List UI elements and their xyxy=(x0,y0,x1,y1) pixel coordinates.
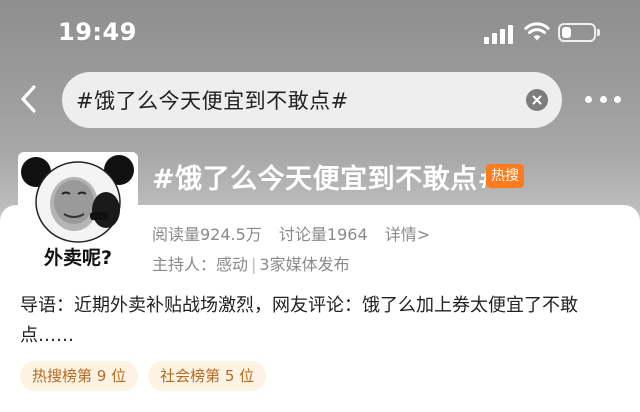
search-input[interactable]: #饿了么今天便宜到不敢点# xyxy=(62,72,562,128)
more-options-button[interactable] xyxy=(585,92,621,106)
society-rank-tag[interactable]: 社会榜第 5 位 xyxy=(148,361,267,391)
clear-search-button[interactable] xyxy=(526,89,548,111)
details-link[interactable]: 详情> xyxy=(385,225,430,244)
discussion-count: 讨论量1964 xyxy=(278,225,368,244)
panda-meme-icon xyxy=(21,155,134,243)
topic-stats: 阅读量924.5万 讨论量1964 详情> xyxy=(152,221,442,245)
back-button[interactable] xyxy=(14,84,44,114)
host-info: 主持人：感动 | 3家媒体发布 xyxy=(152,251,350,275)
wifi-icon xyxy=(524,22,550,41)
search-query[interactable]: #饿了么今天便宜到不敢点# xyxy=(76,85,349,115)
media-publishers[interactable]: 3家媒体发布 xyxy=(259,255,349,274)
status-bar: 19:49 xyxy=(0,0,640,66)
host-label[interactable]: 主持人：感动 xyxy=(152,255,248,274)
battery-icon xyxy=(558,23,596,42)
topic-summary: 导语：近期外卖补贴战场激烈，网友评论：饿了么加上券太便宜了不敢点…… xyxy=(20,295,578,346)
avatar-caption: 外卖呢? xyxy=(43,247,113,269)
hot-search-rank-tag[interactable]: 热搜榜第 9 位 xyxy=(20,361,139,391)
battery-cap xyxy=(597,29,600,36)
clear-circle-icon xyxy=(532,95,542,105)
battery-level xyxy=(562,27,571,38)
topic-avatar[interactable]: 外卖呢? xyxy=(18,152,138,272)
hot-badge: 热搜 xyxy=(486,164,524,188)
topic-title: #饿了么今天便宜到不敢点# xyxy=(152,164,501,195)
chevron-left-icon xyxy=(21,85,36,113)
host-separator: | xyxy=(251,255,257,274)
status-time: 19:49 xyxy=(58,18,137,46)
rank-tags: 热搜榜第 9 位 社会榜第 5 位 xyxy=(20,361,267,391)
signal-bars-icon xyxy=(484,24,514,44)
read-count: 阅读量924.5万 xyxy=(152,225,262,244)
more-horizontal-icon xyxy=(585,95,592,103)
